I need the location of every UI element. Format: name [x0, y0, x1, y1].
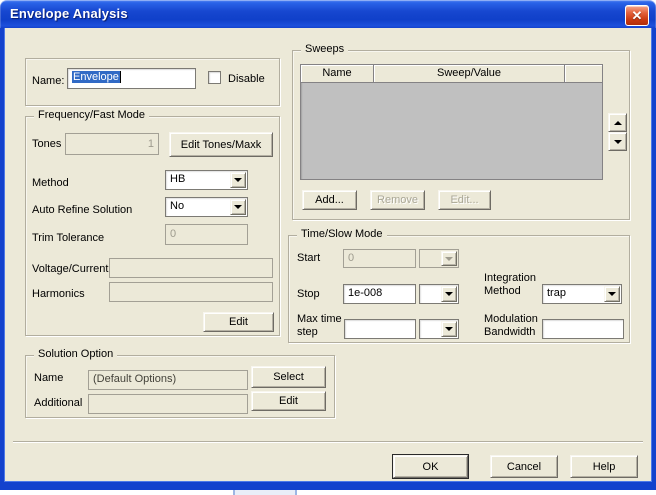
start-label: Start — [297, 252, 320, 264]
auto-refine-value: No — [170, 200, 184, 212]
chevron-down-icon — [608, 292, 616, 296]
additional-field — [88, 394, 248, 414]
frequency-edit-button[interactable]: Edit — [203, 312, 274, 332]
desktop-strip — [0, 490, 656, 495]
chevron-down-icon — [445, 292, 453, 296]
solution-name-field: (Default Options) — [88, 370, 248, 390]
sweeps-table-header: Name Sweep/Value — [301, 65, 602, 83]
ok-button[interactable]: OK — [393, 455, 468, 478]
auto-refine-combobox[interactable]: No — [165, 197, 248, 217]
chevron-down-icon — [234, 178, 242, 182]
help-button[interactable]: Help — [570, 455, 638, 478]
chevron-down-icon — [445, 327, 453, 331]
sweeps-move-down-button[interactable] — [608, 132, 627, 151]
voltage-current-label: Voltage/Current — [32, 263, 108, 275]
title-bar[interactable]: Envelope Analysis — [0, 0, 656, 28]
voltage-current-field — [109, 258, 273, 278]
sweeps-move-up-button[interactable] — [608, 113, 627, 132]
stop-field[interactable]: 1e-008 — [343, 284, 416, 304]
sweeps-remove-button: Remove — [370, 190, 425, 210]
modulation-bandwidth-field[interactable] — [542, 319, 624, 339]
select-button[interactable]: Select — [251, 366, 326, 388]
modulation-bandwidth-label: Modulation Bandwidth — [484, 313, 548, 339]
column-header-name[interactable]: Name — [301, 65, 374, 83]
integration-method-value: trap — [547, 287, 566, 299]
trim-tolerance-field: 0 — [165, 224, 248, 245]
integration-method-label: Integration Method — [484, 272, 546, 298]
background-window-fragment — [233, 490, 297, 495]
name-input[interactable]: Envelope — [67, 68, 196, 89]
disable-checkbox[interactable] — [208, 71, 221, 84]
sweeps-add-button[interactable]: Add... — [302, 190, 357, 210]
tones-label: Tones — [32, 138, 61, 150]
method-combobox[interactable]: HB — [165, 170, 248, 190]
sweeps-group-title: Sweeps — [301, 43, 348, 55]
column-header-blank[interactable] — [565, 65, 602, 83]
name-label: Name: — [32, 75, 64, 87]
frequency-group-title: Frequency/Fast Mode — [34, 109, 149, 121]
additional-label: Additional — [34, 397, 82, 409]
frequency-fast-mode-group: Frequency/Fast Mode Tones 1 Edit Tones/M… — [25, 116, 280, 336]
arrow-down-icon — [614, 140, 622, 144]
trim-tolerance-label: Trim Tolerance — [32, 232, 104, 244]
name-input-selected-text: Envelope — [72, 71, 120, 83]
start-unit-combobox — [419, 249, 459, 268]
harmonics-label: Harmonics — [32, 288, 85, 300]
screen: Envelope Analysis ✕ Name: Envelope Disab… — [0, 0, 656, 495]
arrow-up-icon — [614, 121, 622, 125]
close-button[interactable]: ✕ — [625, 5, 649, 26]
solution-group-title: Solution Option — [34, 348, 117, 360]
chevron-down-icon — [445, 257, 453, 261]
dialog-title: Envelope Analysis — [10, 6, 128, 21]
time-slow-mode-group: Time/Slow Mode Start 0 Stop 1e-008 Integ… — [288, 235, 630, 343]
column-header-sweep-value[interactable]: Sweep/Value — [374, 65, 565, 83]
harmonics-field — [109, 282, 273, 302]
sweeps-table[interactable]: Name Sweep/Value — [300, 64, 603, 180]
method-label: Method — [32, 177, 69, 189]
stop-unit-combobox[interactable] — [419, 284, 459, 304]
text-caret — [120, 71, 121, 83]
cancel-button[interactable]: Cancel — [490, 455, 558, 478]
solution-name-label: Name — [34, 372, 63, 384]
time-group-title: Time/Slow Mode — [297, 228, 387, 240]
solution-edit-button[interactable]: Edit — [251, 391, 326, 411]
chevron-down-icon — [234, 205, 242, 209]
auto-refine-label: Auto Refine Solution — [32, 204, 132, 216]
sweeps-edit-button: Edit... — [438, 190, 491, 210]
solution-option-group: Solution Option Name (Default Options) S… — [25, 355, 335, 418]
integration-method-combobox[interactable]: trap — [542, 284, 622, 304]
tones-field: 1 — [65, 133, 159, 155]
method-value: HB — [170, 173, 185, 185]
footer-separator — [13, 441, 643, 443]
close-icon: ✕ — [632, 8, 643, 23]
stop-label: Stop — [297, 288, 320, 300]
disable-label: Disable — [228, 73, 265, 85]
max-step-unit-combobox[interactable] — [419, 319, 459, 339]
start-field: 0 — [343, 249, 416, 268]
name-group: Name: Envelope Disable — [25, 58, 280, 106]
max-time-step-label: Max time step — [297, 313, 349, 339]
max-time-step-field[interactable] — [344, 319, 416, 339]
edit-tones-maxk-button[interactable]: Edit Tones/Maxk — [169, 132, 273, 157]
